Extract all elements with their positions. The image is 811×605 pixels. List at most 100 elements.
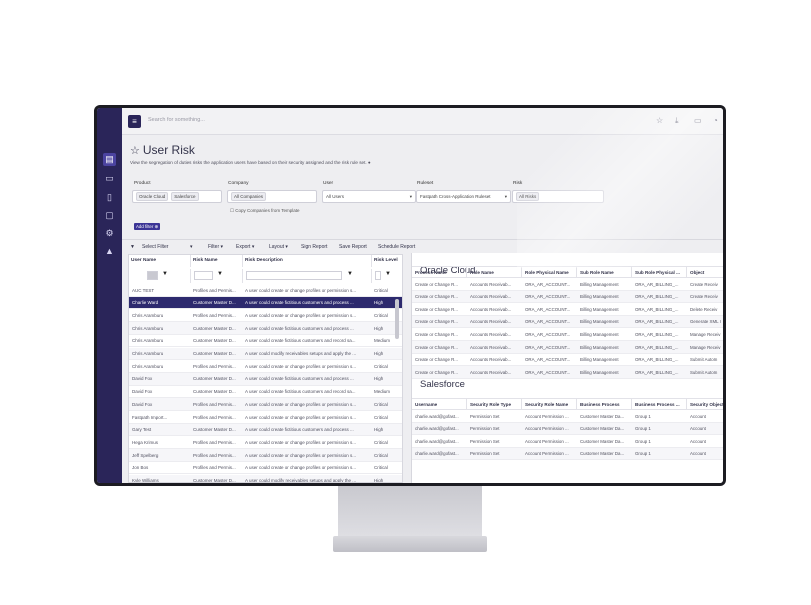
column-header[interactable]: Security Object — [687, 398, 723, 410]
sidebar-item-media-icon[interactable]: ▢ — [103, 209, 116, 222]
column-header[interactable]: Role Physical Name — [522, 266, 577, 278]
sign-report-button[interactable]: Sign Report — [301, 244, 327, 250]
filter-icon[interactable]: ▼ — [217, 271, 223, 277]
download-icon[interactable]: ⤓ — [675, 116, 679, 126]
table-row[interactable]: Create or Change R... Accounts Receivab..… — [412, 315, 723, 329]
table-cell: A user could create fictitious customers… — [245, 300, 354, 306]
export-menu[interactable]: Export ▾ — [236, 244, 254, 250]
table-cell: High — [374, 351, 384, 356]
column-header[interactable]: Security Role Name — [522, 398, 577, 410]
table-row[interactable]: David Fox Customer Master D... A user coul… — [129, 372, 402, 386]
column-header[interactable]: Business Process ... — [632, 398, 687, 410]
table-row[interactable]: Jeff Spelberg Profiles and Permis... A use… — [129, 449, 402, 462]
chevron-down-icon: ▾ — [409, 193, 412, 199]
sidebar-item-archive-icon[interactable]: ▭ — [103, 172, 116, 185]
schedule-report-button[interactable]: Schedule Report — [378, 244, 415, 250]
table-row[interactable]: Charlie Ward Customer Master D... A user c… — [129, 296, 402, 310]
column-header[interactable]: Username — [412, 398, 467, 410]
column-header[interactable]: Sub Role Name — [577, 266, 632, 278]
table-row[interactable]: charlie.ward@gofast... Permission Set Acco… — [412, 422, 723, 436]
column-header[interactable]: Object — [687, 266, 723, 278]
bell-icon[interactable]: ◔ — [713, 116, 718, 125]
table-cell: ORA_AR_BILLING_... — [635, 294, 679, 300]
filter-input[interactable] — [375, 271, 381, 280]
table-row[interactable]: Create or Change R... Accounts Receivab..… — [412, 366, 723, 379]
product-chip[interactable]: Oracle Cloud — [136, 192, 169, 201]
menu-icon[interactable]: ≡ — [128, 115, 141, 128]
table-row[interactable]: David Fox Customer Master D... A user coul… — [129, 386, 402, 399]
table-row[interactable]: Chris Aramburu Customer Master D... A user… — [129, 347, 402, 361]
table-row[interactable]: Chris Aramburu Profiles and Permis... A us… — [129, 360, 402, 373]
table-row[interactable]: charlie.ward@gofast... Permission Set Acco… — [412, 435, 723, 448]
save-report-button[interactable]: Save Report — [339, 244, 367, 250]
column-header[interactable]: Business Process — [577, 398, 632, 410]
star-icon[interactable]: ☆ — [656, 116, 663, 125]
table-row[interactable]: Chris Aramburu Customer Master D... A user… — [129, 322, 402, 335]
column-header[interactable]: Sub Role Physical ... — [632, 266, 687, 278]
table-row[interactable]: Jon Bos Profiles and Permis... A user coul… — [129, 462, 402, 475]
table-cell: Charlie Ward — [132, 300, 159, 306]
star-icon[interactable]: ☆ — [130, 145, 140, 157]
column-header[interactable]: Role Name — [467, 266, 522, 278]
table-row[interactable]: Create or Change R... Accounts Receivab..… — [412, 290, 723, 304]
product-field[interactable]: Oracle Cloud Salesforce — [132, 190, 222, 203]
table-row[interactable]: charlie.ward@gofast... Permission Set Acco… — [412, 410, 723, 423]
table-cell: Billing Management — [580, 369, 619, 375]
product-chip[interactable]: Salesforce — [171, 192, 199, 201]
table-cell: ORA_AR_BILLING_... — [635, 319, 679, 325]
column-header-risk-name[interactable]: Risk Name — [191, 255, 243, 267]
table-row[interactable]: charlie.ward@gofast... Permission Set Acco… — [412, 447, 723, 461]
table-row[interactable]: Kyle Williams Customer Master D... A user … — [129, 474, 402, 483]
table-row[interactable]: Create or Change R... Accounts Receivab..… — [412, 354, 723, 367]
table-cell: Critical — [374, 439, 388, 445]
table-row[interactable]: AUC TEST Profiles and Permis... A user cou… — [129, 284, 402, 297]
table-row[interactable]: Gary Test Customer Master D... A user coul… — [129, 423, 402, 437]
copy-companies-checkbox[interactable]: ☐ Copy Companies from Template — [230, 208, 300, 214]
filter-icon[interactable]: ▼ — [162, 271, 168, 277]
add-filter-button[interactable]: Add filter ⊕ — [134, 223, 161, 230]
table-row[interactable]: Chris Aramburu Profiles and Permis... A us… — [129, 309, 402, 323]
risk-chip[interactable]: All Risks — [516, 192, 540, 201]
table-cell: ORA_AR_ACCOUNT... — [525, 369, 571, 375]
column-header[interactable]: Process Name — [412, 266, 467, 278]
table-row[interactable]: Create or Change R... Accounts Receivab..… — [412, 341, 723, 354]
table-row[interactable]: Hega Krimus Profiles and Permis... A user … — [129, 436, 402, 450]
filter-icon[interactable]: ▼ — [347, 271, 353, 277]
column-header-risk-level[interactable]: Risk Level — [372, 255, 402, 267]
column-header-risk-description[interactable]: Risk Description — [243, 255, 372, 267]
chevron-down-icon[interactable]: ▾ — [190, 244, 193, 250]
inbox-icon[interactable]: ▭ — [694, 116, 702, 125]
filter-input[interactable] — [246, 271, 342, 280]
info-icon[interactable]: ● — [368, 160, 371, 165]
table-cell: A user could create fictitious customers… — [245, 389, 356, 395]
table-row[interactable]: Create or Change R... Accounts Receivab..… — [412, 303, 723, 316]
column-header[interactable]: Security Role Type — [467, 398, 522, 410]
table-row[interactable]: Chris Aramburu Customer Master D... A user… — [129, 335, 402, 348]
sidebar-item-reports-icon[interactable]: ▤ — [103, 153, 116, 166]
filter-icon[interactable]: ▼ — [385, 271, 391, 277]
table-row[interactable]: David Fox Profiles and Permis... A user co… — [129, 398, 402, 411]
user-field[interactable]: All Users ▾ — [322, 190, 416, 203]
table-row[interactable]: Fastpath Import... Profiles and Permis...… — [129, 411, 402, 424]
sidebar-item-document-icon[interactable]: ▯ — [103, 191, 116, 204]
table-cell: A user could create or change profiles o… — [245, 363, 357, 369]
table-cell: A user could create or change profiles o… — [245, 287, 357, 293]
filter-menu[interactable]: Filter ▾ — [208, 244, 223, 250]
sidebar-item-settings-icon[interactable]: ⚙ — [103, 227, 116, 240]
table-cell: charlie.ward@gofast... — [415, 426, 459, 432]
search-input[interactable]: Search for something... — [148, 117, 205, 123]
column-header-user-name[interactable]: User Name — [129, 255, 191, 267]
ruleset-select[interactable]: Fastpath Cross-Application Ruleset ▾ — [416, 190, 511, 203]
scrollbar[interactable] — [395, 299, 399, 339]
table-row[interactable]: Create or Change R... Accounts Receivab..… — [412, 328, 723, 341]
filter-input[interactable] — [194, 271, 213, 280]
table-row[interactable]: Create or Change R... Accounts Receivab..… — [412, 278, 723, 291]
select-filter-dropdown[interactable]: Select Filter — [142, 244, 168, 250]
filter-input[interactable] — [147, 271, 158, 280]
risk-field[interactable]: All Risks — [512, 190, 604, 203]
company-chip[interactable]: All Companies — [231, 192, 267, 201]
table-cell: Kyle Williams — [132, 478, 159, 483]
company-field[interactable]: All Companies — [227, 190, 317, 203]
sidebar-item-lock-icon[interactable]: ▲ — [103, 245, 116, 258]
layout-menu[interactable]: Layout ▾ — [269, 244, 288, 250]
